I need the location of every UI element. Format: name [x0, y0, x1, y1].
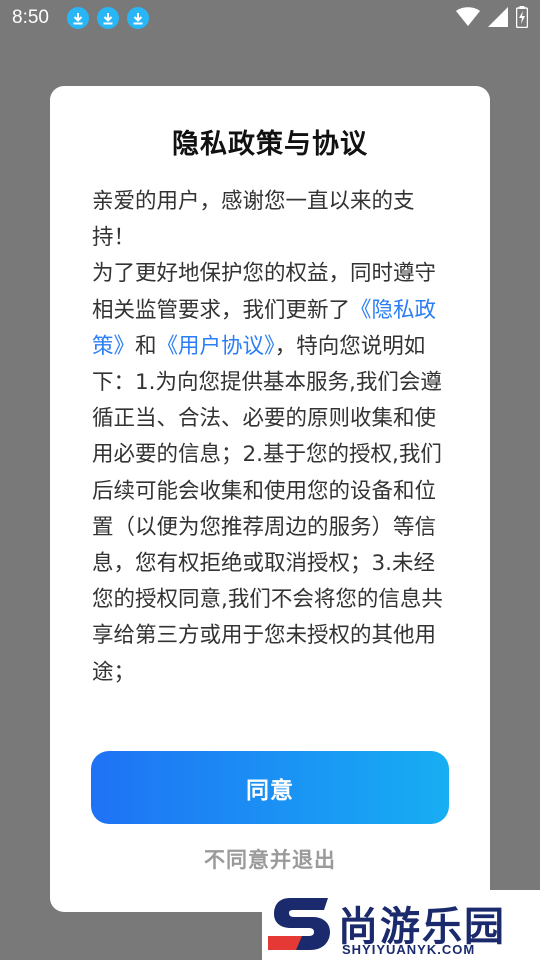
status-bar: 8:50 — [0, 0, 540, 36]
privacy-dialog: 隐私政策与协议 亲爱的用户，感谢您一直以来的支持！ 为了更好地保护您的权益，同时… — [50, 86, 490, 912]
policy-details-text: ，特向您说明如下：1.为向您提供基本服务,我们会遵循正当、合法、必要的原则收集和… — [92, 333, 443, 685]
download-icon — [126, 7, 149, 29]
watermark-logo-icon — [268, 898, 330, 950]
battery-icon — [516, 6, 528, 28]
conj-text: 和 — [135, 333, 157, 359]
watermark-domain: SHYIYUANYK.COM — [342, 942, 476, 957]
agree-button[interactable]: 同意 — [91, 751, 449, 824]
status-time: 8:50 — [12, 7, 49, 28]
user-agreement-link[interactable]: 《用户协议》 — [157, 334, 275, 359]
wifi-icon — [456, 7, 480, 26]
status-right — [456, 6, 528, 28]
signal-icon — [488, 7, 508, 27]
policy-paragraph: 为了更好地保护您的权益，同时遵守相关监管要求，我们更新了《隐私政策》和《用户协议… — [92, 256, 452, 690]
watermark: 尚游乐园 SHYIYUANYK.COM — [262, 890, 540, 960]
decline-and-exit-button[interactable]: 不同意并退出 — [50, 844, 490, 874]
dialog-body: 亲爱的用户，感谢您一直以来的支持！ 为了更好地保护您的权益，同时遵守相关监管要求… — [92, 184, 452, 691]
download-icon — [96, 7, 119, 29]
greeting-text: 亲爱的用户，感谢您一直以来的支持！ — [92, 189, 415, 251]
download-icon — [66, 7, 89, 29]
dialog-title: 隐私政策与协议 — [172, 129, 368, 160]
